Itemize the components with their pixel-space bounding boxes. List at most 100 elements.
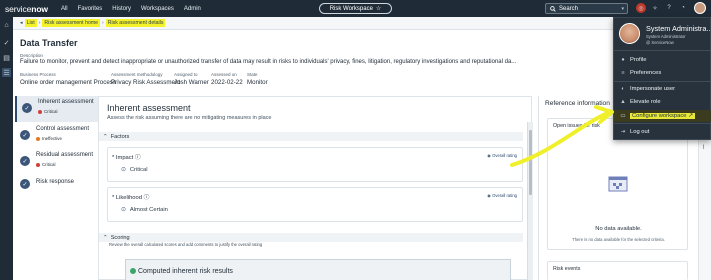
- menu-item-impersonate-user[interactable]: ◐ Impersonate user: [614, 83, 711, 95]
- status-badge: Ineffective: [36, 136, 64, 141]
- check-circle-icon: ✓: [20, 156, 30, 166]
- description-text: Failure to monitor, prevent and detect i…: [20, 59, 517, 65]
- breadcrumb-separator: ›: [38, 20, 41, 26]
- check-circle-icon: ⊙: [121, 167, 126, 173]
- menu-item-log-out[interactable]: ⇥ Log out: [614, 126, 711, 138]
- likelihood-factor: * Likelihood ⓘ ⊙ Almost Certain ◉ Overall…: [107, 187, 523, 222]
- global-search[interactable]: Search ▾: [545, 3, 628, 14]
- step-risk-response[interactable]: ✓ Risk response: [15, 172, 109, 198]
- record-header: Data Transfer Description Failure to mon…: [13, 31, 613, 97]
- assigned-to-label: Assigned to: [174, 72, 198, 77]
- step-control-assessment[interactable]: ✓ Control assessment Ineffective: [15, 123, 109, 149]
- menu-item-preferences[interactable]: ≡ Preferences: [614, 67, 711, 79]
- help-icon[interactable]: ?: [664, 3, 674, 13]
- back-icon[interactable]: ◂: [18, 19, 25, 27]
- overall-rating-link[interactable]: ◉ Overall rating: [487, 153, 517, 158]
- info-icon: ⓘ: [143, 195, 150, 201]
- menu-item-elevate-role[interactable]: ▲ Elevate role: [614, 96, 711, 108]
- description-label: Description: [20, 53, 43, 58]
- scoring-label: Scoring: [110, 234, 130, 241]
- business-process-value: Online order management Process: [20, 79, 116, 86]
- likelihood-value[interactable]: ⊙ Almost Certain: [121, 207, 168, 213]
- impact-factor: * Impact ⓘ ⊙ Critical ◉ Overall rating: [107, 147, 523, 182]
- assessed-on-value: 2022-02-22: [211, 79, 243, 86]
- user-menu: System Administra... System Administrato…: [613, 17, 711, 140]
- list-icon[interactable]: ☰: [2, 68, 11, 77]
- attachment-icon[interactable]: ⌇: [702, 144, 705, 151]
- check-circle-icon: ✓: [20, 179, 30, 189]
- nav-admin[interactable]: Admin: [184, 6, 201, 12]
- factors-label: Factors: [110, 133, 130, 140]
- assessed-on-label: Assessed on: [211, 72, 237, 77]
- status-badge: Critical: [38, 109, 59, 114]
- step-label: Residual assessment: [36, 152, 94, 158]
- page-title: Data Transfer: [20, 38, 78, 48]
- chevron-up-icon[interactable]: ⌃: [103, 235, 108, 241]
- person-icon: ●: [621, 57, 625, 63]
- globe-icon[interactable]: ◎: [636, 3, 646, 13]
- notification-icon[interactable]: ◔: [678, 3, 688, 13]
- business-process-label: Business Process: [20, 72, 56, 77]
- breadcrumb-risk-assessment-home[interactable]: Risk assessment home: [42, 19, 101, 27]
- state-label: State: [247, 72, 258, 77]
- home-icon[interactable]: ⌂: [2, 21, 11, 30]
- checklist-icon[interactable]: ✓: [2, 38, 11, 47]
- overall-rating-link[interactable]: ◉ Overall rating: [487, 193, 517, 198]
- computed-results-title: Computed inherent risk results: [138, 268, 233, 275]
- left-rail: ⌂ ✓ ▤ ☰: [0, 17, 13, 280]
- menu-item-configure-workspace[interactable]: ▭ Configure workspace ↗: [614, 110, 711, 122]
- impact-label: * Impact ⓘ: [112, 155, 141, 161]
- no-data-subtext: There is no data available for the selec…: [572, 237, 665, 242]
- open-issues-label: Open issues for risk: [553, 123, 600, 129]
- check-circle-icon: ✓: [22, 103, 32, 113]
- user-avatar[interactable]: [694, 2, 706, 14]
- scoring-description: Review the overall calculated scores and…: [109, 242, 263, 247]
- assessment-subtitle: Assess the risk assuming there are no mi…: [107, 115, 272, 121]
- empty-data-icon: [608, 176, 628, 192]
- inherent-assessment-panel: Inherent assessment Assess the risk assu…: [98, 96, 532, 280]
- breadcrumb-risk-assessment-details[interactable]: Risk assessment details: [105, 19, 166, 27]
- chart-icon[interactable]: ▤: [2, 53, 11, 62]
- methodology-label: Assessment methodology: [111, 72, 163, 77]
- factors-section-header[interactable]: ⌃ Factors: [99, 132, 523, 141]
- nav-workspaces[interactable]: Workspaces: [141, 6, 174, 12]
- impact-value[interactable]: ⊙ Critical: [121, 167, 148, 173]
- workspace-pill[interactable]: Risk Workspace ☆: [319, 3, 392, 14]
- methodology-value: Privacy Risk Assessment: [111, 79, 181, 86]
- external-link-icon: ↗: [688, 113, 693, 119]
- assessment-steps: ✓ Inherent assessment Critical ✓ Control…: [13, 96, 109, 280]
- breadcrumb-list[interactable]: List: [24, 19, 37, 27]
- scoring-section-header[interactable]: ⌃ Scoring: [99, 233, 523, 242]
- breadcrumb: ◂ List › Risk assessment home › Risk ass…: [13, 17, 711, 30]
- menu-item-profile[interactable]: ● Profile: [614, 54, 711, 66]
- risk-events-card: Risk events: [547, 261, 688, 280]
- top-navigation: servicenow All Favorites History Workspa…: [0, 0, 711, 17]
- impersonate-icon: ◐: [621, 86, 625, 92]
- nav-favorites[interactable]: Favorites: [78, 6, 103, 12]
- avatar: [619, 23, 640, 44]
- chevron-up-icon[interactable]: ⌃: [103, 134, 108, 140]
- servicenow-logo[interactable]: servicenow: [5, 4, 48, 14]
- nav-all[interactable]: All: [61, 6, 68, 12]
- assigned-to-value: Josh Warner: [174, 79, 209, 86]
- step-inherent-assessment[interactable]: ✓ Inherent assessment Critical: [15, 96, 109, 122]
- chevron-down-icon[interactable]: ▾: [621, 6, 624, 12]
- status-badge: Critical: [36, 162, 57, 167]
- elevate-icon: ▲: [620, 99, 626, 105]
- step-label: Control assessment: [36, 126, 90, 132]
- likelihood-label: * Likelihood ⓘ: [112, 195, 150, 201]
- sparkle-icon[interactable]: ✧: [650, 3, 660, 13]
- nav-history[interactable]: History: [112, 6, 131, 12]
- user-name: System Administra...: [646, 24, 711, 33]
- logout-icon: ⇥: [620, 129, 626, 135]
- scrollbar-thumb[interactable]: [529, 130, 532, 195]
- step-label: Inherent assessment: [38, 99, 94, 105]
- no-data-text: No data available.: [595, 226, 642, 232]
- user-role: System Administrator: [646, 34, 686, 39]
- star-icon[interactable]: ☆: [376, 5, 381, 12]
- success-icon: [130, 268, 136, 274]
- risk-events-label: Risk events: [553, 266, 581, 272]
- main-scrollbar[interactable]: [527, 122, 533, 280]
- search-icon: [550, 5, 556, 12]
- user-instance: @ ServiceNow: [646, 40, 674, 45]
